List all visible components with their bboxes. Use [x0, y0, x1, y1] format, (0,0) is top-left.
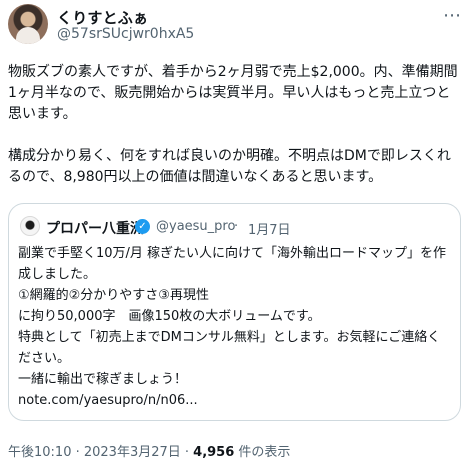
tweet-card: くりすとふぁ @57srSUcjwr0hxA5 ⋯ 物販ズブの素人ですが、着手か… [0, 0, 473, 473]
author-display-name[interactable]: くりすとふぁ [57, 7, 148, 28]
tweet-text: 物販ズブの素人ですが、着手から2ヶ月弱で売上$2,000。内、準備期間1ヶ月半な… [8, 64, 458, 185]
tweet-time-date[interactable]: 午後10:10 · 2023年3月27日 · [8, 445, 193, 460]
more-horizontal-icon[interactable]: ⋯ [443, 7, 462, 25]
view-count-label: 件の表示 [234, 445, 291, 460]
view-count[interactable]: 4,956 [193, 445, 234, 460]
author-handle[interactable]: @57srSUcjwr0hxA5 [57, 26, 194, 42]
quote-date-separator: · [234, 219, 239, 234]
quoted-tweet-card[interactable]: プロパー八重洲 ✓ @yaesu_pro · 1月7日 副業で手堅く10万/月 … [8, 203, 461, 421]
tweet-meta: 午後10:10 · 2023年3月27日 · 4,956 件の表示 [8, 441, 290, 460]
author-avatar[interactable] [8, 4, 48, 44]
quote-author-handle[interactable]: @yaesu_pro [156, 219, 235, 234]
verified-badge-icon: ✓ [135, 219, 150, 234]
quote-date[interactable]: 1月7日 [248, 219, 291, 238]
quote-author-display-name[interactable]: プロパー八重洲 [46, 218, 144, 238]
quote-author-avatar[interactable] [20, 216, 40, 236]
quote-text: 副業で手堅く10万/月 稼ぎたい人に向けて「海外輸出ロードマップ」を作成しました… [18, 246, 447, 408]
